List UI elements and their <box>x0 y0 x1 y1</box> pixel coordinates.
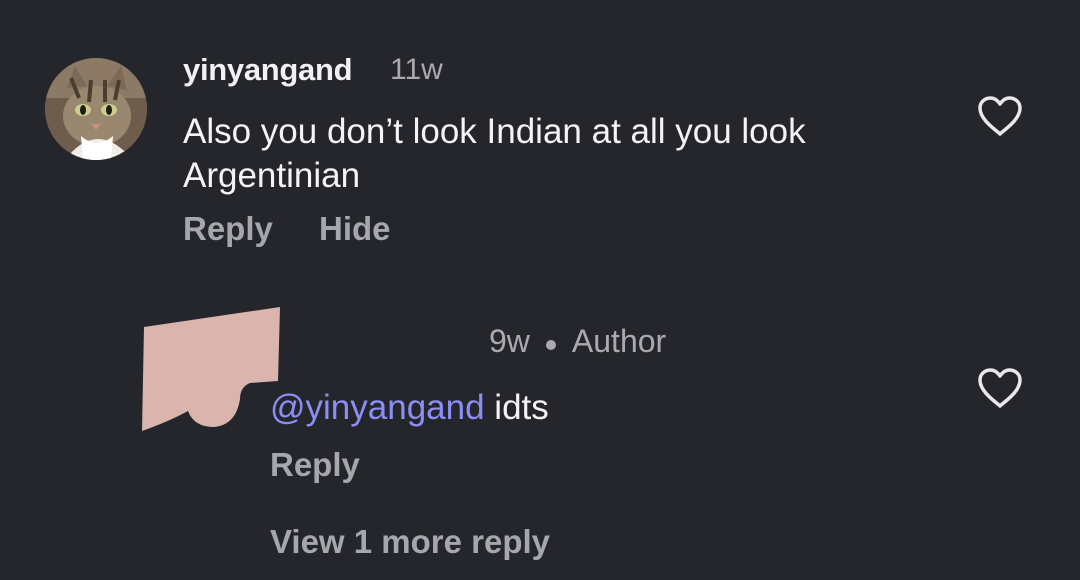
comment-thread: yinyangand 11w Also you don’t look India… <box>0 0 1080 580</box>
comment-timestamp: 11w <box>390 53 443 86</box>
author-badge: Author <box>571 323 667 359</box>
like-icon[interactable] <box>976 94 1024 138</box>
cat-avatar-icon <box>45 58 147 160</box>
heart-outline-icon <box>978 96 1022 136</box>
reply-timestamp: 9w <box>489 323 530 359</box>
redacted-avatar-and-name <box>140 303 282 435</box>
reply-meta: 9w Author <box>489 323 666 360</box>
mention-link[interactable]: @yinyangand <box>270 388 485 427</box>
comment-username[interactable]: yinyangand <box>183 52 353 88</box>
reply-like-icon[interactable] <box>976 366 1024 410</box>
avatar[interactable] <box>45 58 147 160</box>
hide-button[interactable]: Hide <box>319 210 391 248</box>
reply-button[interactable]: Reply <box>183 210 273 248</box>
view-more-replies-button[interactable]: View 1 more reply <box>270 523 550 561</box>
reply-text: @yinyangand idts <box>270 388 549 428</box>
reply-body: idts <box>484 388 549 427</box>
reply-to-reply-button[interactable]: Reply <box>270 446 360 484</box>
comment-text: Also you don’t look Indian at all you lo… <box>183 112 806 195</box>
heart-outline-icon <box>978 368 1022 408</box>
separator-dot <box>545 339 556 350</box>
